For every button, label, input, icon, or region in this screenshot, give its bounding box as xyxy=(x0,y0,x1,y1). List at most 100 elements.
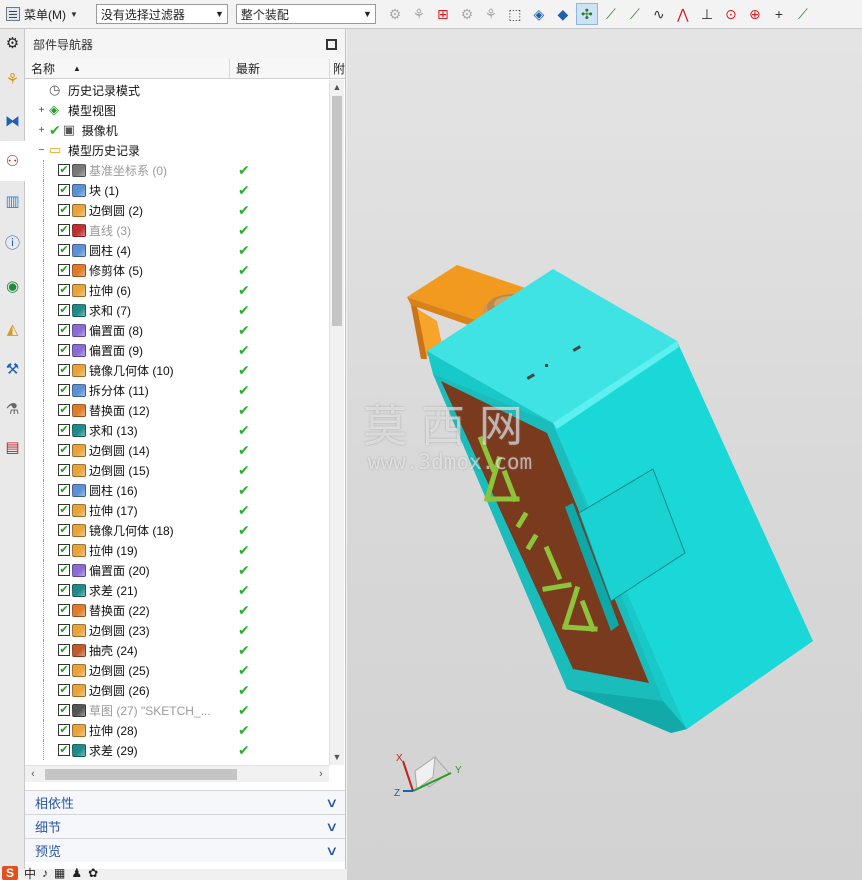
visibility-checkbox[interactable]: ✔ xyxy=(58,504,70,516)
visibility-checkbox[interactable]: ✔ xyxy=(58,744,70,756)
section-preview[interactable]: 预览 ∨ xyxy=(25,838,345,862)
scroll-up-icon[interactable]: ▲ xyxy=(330,80,344,95)
curve-point-icon[interactable]: ∿ xyxy=(648,3,670,25)
feature-row[interactable]: ✔ 基准坐标系 (0) ✔ xyxy=(25,160,329,180)
ime-punctuation-icon[interactable]: ♪ xyxy=(42,866,48,880)
system-materials-icon[interactable]: ▤ xyxy=(0,429,25,465)
feature-row[interactable]: ✔ 直线 (3) ✔ xyxy=(25,220,329,240)
visibility-checkbox[interactable]: ✔ xyxy=(58,384,70,396)
control-point-icon[interactable]: ⋀ xyxy=(672,3,694,25)
arc-center-icon[interactable]: ⊙ xyxy=(720,3,742,25)
feature-row[interactable]: ✔ 求和 (7) ✔ xyxy=(25,300,329,320)
select-body-icon[interactable]: ◆ xyxy=(552,3,574,25)
reuse-library-icon[interactable]: ▥ xyxy=(0,181,25,221)
section-details[interactable]: 细节 ∨ xyxy=(25,814,345,838)
visibility-checkbox[interactable]: ✔ xyxy=(58,724,70,736)
visibility-checkbox[interactable]: ✔ xyxy=(58,664,70,676)
hd3d-tools-icon[interactable]: ⓘ xyxy=(0,221,25,263)
visibility-checkbox[interactable]: ✔ xyxy=(58,424,70,436)
maximize-icon[interactable] xyxy=(326,38,337,50)
select-solid-icon[interactable]: ◈ xyxy=(528,3,550,25)
tree-row[interactable]: − ▭ 模型历史记录 xyxy=(25,140,329,160)
column-name-header[interactable]: 名称 ▲ xyxy=(25,59,230,78)
visibility-checkbox[interactable]: ✔ xyxy=(58,204,70,216)
assembly-navigator-icon[interactable]: ⚘ xyxy=(0,57,25,101)
rectangle-select-icon[interactable]: ⬚ xyxy=(504,3,526,25)
feature-row[interactable]: ✔ 拉伸 (19) ✔ xyxy=(25,540,329,560)
tree-row[interactable]: + ◈ 模型视图 xyxy=(25,100,329,120)
visibility-checkbox[interactable]: ✔ xyxy=(58,184,70,196)
feature-row[interactable]: ✔ 边倒圆 (2) ✔ xyxy=(25,200,329,220)
visibility-checkbox[interactable]: ✔ xyxy=(58,564,70,576)
selection-scope-dropdown[interactable]: 整个装配 ▼ xyxy=(235,4,376,24)
scroll-thumb-horizontal[interactable] xyxy=(45,768,237,780)
feature-row[interactable]: ✔ 偏置面 (8) ✔ xyxy=(25,320,329,340)
feature-row[interactable]: ✔ 偏置面 (20) ✔ xyxy=(25,560,329,580)
intersection-icon[interactable]: ⊥ xyxy=(696,3,718,25)
visibility-checkbox[interactable]: ✔ xyxy=(58,364,70,376)
part-navigator-icon[interactable]: ⚇ xyxy=(0,141,25,181)
feature-row[interactable]: ✔ 抽壳 (24) ✔ xyxy=(25,640,329,660)
ime-user-icon[interactable]: ♟ xyxy=(71,866,82,880)
visibility-checkbox[interactable]: ✔ xyxy=(58,304,70,316)
feature-row[interactable]: ✔ 边倒圆 (14) ✔ xyxy=(25,440,329,460)
visibility-checkbox[interactable]: ✔ xyxy=(58,464,70,476)
feature-row[interactable]: ✔ 镜像几何体 (18) ✔ xyxy=(25,520,329,540)
visibility-checkbox[interactable]: ✔ xyxy=(58,544,70,556)
feature-row[interactable]: ✔ 边倒圆 (15) ✔ xyxy=(25,460,329,480)
column-dependency-header[interactable]: 附 xyxy=(330,59,345,78)
scroll-right-icon[interactable]: › xyxy=(313,768,329,780)
point-on-curve-icon[interactable]: ⟋ xyxy=(792,3,814,25)
existing-point-icon[interactable]: + xyxy=(768,3,790,25)
visibility-checkbox[interactable]: ✔ xyxy=(58,344,70,356)
ime-keyboard-icon[interactable]: ▦ xyxy=(54,866,65,880)
feature-row[interactable]: ✔ 边倒圆 (23) ✔ xyxy=(25,620,329,640)
tree-vertical-scrollbar[interactable]: ▲ ▼ xyxy=(329,80,344,765)
visibility-checkbox[interactable]: ✔ xyxy=(58,244,70,256)
select-objects-icon[interactable]: ⚙ xyxy=(384,3,406,25)
settings-gear-icon[interactable]: ⚙ xyxy=(0,29,25,57)
menu-button[interactable]: 菜单(M) ▼ xyxy=(2,2,82,26)
section-dependencies[interactable]: 相依性 ∨ xyxy=(25,790,345,814)
visibility-checkbox[interactable]: ✔ xyxy=(58,584,70,596)
visibility-checkbox[interactable]: ✔ xyxy=(58,264,70,276)
feature-row[interactable]: ✔ 求差 (29) ✔ xyxy=(25,740,329,760)
feature-row[interactable]: ✔ 替换面 (12) ✔ xyxy=(25,400,329,420)
visibility-checkbox[interactable]: ✔ xyxy=(58,684,70,696)
feature-row[interactable]: ✔ 修剪体 (5) ✔ xyxy=(25,260,329,280)
visibility-checkbox[interactable]: ✔ xyxy=(58,704,70,716)
visibility-checkbox[interactable]: ✔ xyxy=(58,284,70,296)
feature-row[interactable]: ✔ 偏置面 (9) ✔ xyxy=(25,340,329,360)
feature-row[interactable]: ✔ 拉伸 (17) ✔ xyxy=(25,500,329,520)
ime-logo-icon[interactable]: S xyxy=(2,866,18,880)
feature-selection-icon[interactable]: ⚘ xyxy=(408,3,430,25)
snap-point-icon[interactable]: ⚙ xyxy=(456,3,478,25)
feature-row[interactable]: ✔ 求和 (13) ✔ xyxy=(25,420,329,440)
visibility-checkbox[interactable]: ✔ xyxy=(58,164,70,176)
collapse-icon[interactable]: − xyxy=(37,145,46,155)
visibility-checkbox[interactable]: ✔ xyxy=(58,444,70,456)
visibility-checkbox[interactable]: ✔ xyxy=(58,224,70,236)
feature-row[interactable]: ✔ 替换面 (22) ✔ xyxy=(25,600,329,620)
feature-row[interactable]: ✔ 边倒圆 (25) ✔ xyxy=(25,660,329,680)
tree-horizontal-scrollbar[interactable]: ‹ › xyxy=(25,765,329,782)
select-tangent-icon[interactable]: ⚘ xyxy=(480,3,502,25)
visibility-checkbox[interactable]: ✔ xyxy=(58,324,70,336)
tree-row[interactable]: + ✔ ▣ 摄像机 xyxy=(25,120,329,140)
roles-icon[interactable]: ⚗ xyxy=(0,389,25,429)
visibility-checkbox[interactable]: ✔ xyxy=(58,624,70,636)
tree-row[interactable]: ◷ 历史记录模式 xyxy=(25,80,329,100)
process-studio-icon[interactable]: ⚒ xyxy=(0,349,25,389)
feature-row[interactable]: ✔ 求差 (21) ✔ xyxy=(25,580,329,600)
feature-row[interactable]: ✔ 边倒圆 (26) ✔ xyxy=(25,680,329,700)
ime-skin-icon[interactable]: ✿ xyxy=(88,866,98,880)
ime-mode[interactable]: 中 xyxy=(24,865,36,880)
feature-row[interactable]: ✔ 拆分体 (11) ✔ xyxy=(25,380,329,400)
visibility-checkbox[interactable]: ✔ xyxy=(58,524,70,536)
constraint-navigator-icon[interactable]: ⧓ xyxy=(0,101,25,141)
feature-row[interactable]: ✔ 块 (1) ✔ xyxy=(25,180,329,200)
general-selection-icon[interactable]: ⊞ xyxy=(432,3,454,25)
feature-row[interactable]: ✔ 拉伸 (28) ✔ xyxy=(25,720,329,740)
scroll-thumb[interactable] xyxy=(332,96,342,326)
selection-filter-dropdown[interactable]: 没有选择过滤器 ▼ xyxy=(95,4,228,24)
